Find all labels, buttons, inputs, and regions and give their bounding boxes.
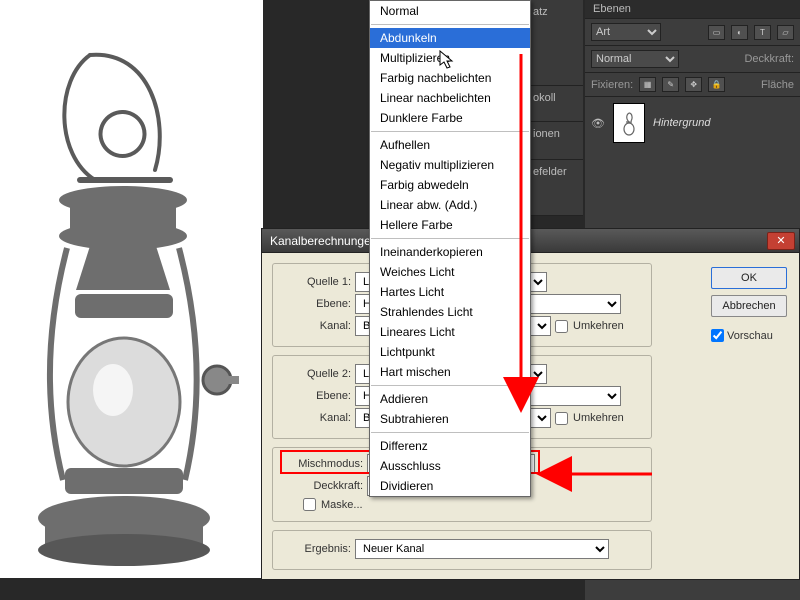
menu-item[interactable]: Dunklere Farbe: [370, 108, 530, 128]
layer-name: Hintergrund: [653, 117, 710, 129]
result-label: Ergebnis:: [283, 543, 351, 555]
menu-item[interactable]: Differenz: [370, 436, 530, 456]
canvas-area: [0, 0, 263, 600]
lock-brush-icon[interactable]: ✎: [662, 77, 679, 92]
menu-item[interactable]: Negativ multiplizieren: [370, 155, 530, 175]
filter-icon[interactable]: ◐: [731, 25, 748, 40]
menu-separator: [371, 238, 529, 239]
menu-item[interactable]: Dividieren: [370, 476, 530, 496]
menu-item[interactable]: Lichtpunkt: [370, 342, 530, 362]
menu-item[interactable]: Normal: [370, 1, 530, 21]
source1-label: Quelle 1:: [283, 276, 351, 288]
mix-mode-label: Mischmodus:: [283, 458, 363, 470]
menu-item[interactable]: Linear nachbelichten: [370, 88, 530, 108]
menu-separator: [371, 432, 529, 433]
result-group: Ergebnis: Neuer Kanal: [272, 530, 652, 570]
close-icon[interactable]: ✕: [767, 232, 795, 250]
filter-icon[interactable]: ▭: [708, 25, 725, 40]
menu-item[interactable]: Farbig abwedeln: [370, 175, 530, 195]
source2-invert-checkbox[interactable]: Umkehren: [555, 412, 624, 425]
source1-channel-label: Kanal:: [283, 320, 351, 332]
menu-separator: [371, 385, 529, 386]
mid-tab[interactable]: efelder: [528, 160, 583, 216]
menu-item[interactable]: Ausschluss: [370, 456, 530, 476]
source1-invert-checkbox[interactable]: Umkehren: [555, 320, 624, 333]
lantern-image: [0, 50, 255, 578]
mix-opacity-label: Deckkraft:: [283, 480, 363, 492]
opacity-label: Deckkraft:: [744, 53, 794, 65]
menu-item[interactable]: Multiplizieren: [370, 48, 530, 68]
filter-icon[interactable]: ▱: [777, 25, 794, 40]
menu-item[interactable]: Abdunkeln: [370, 28, 530, 48]
cancel-button[interactable]: Abbrechen: [711, 295, 787, 317]
dialog-title: Kanalberechnungen: [270, 234, 377, 248]
fill-label: Fläche: [761, 79, 794, 91]
menu-separator: [371, 24, 529, 25]
menu-item[interactable]: Subtrahieren: [370, 409, 530, 429]
menu-item[interactable]: Weiches Licht: [370, 262, 530, 282]
mid-tab[interactable]: okoll: [528, 86, 583, 122]
menu-item[interactable]: Hellere Farbe: [370, 215, 530, 235]
menu-item[interactable]: Hart mischen: [370, 362, 530, 382]
menu-item[interactable]: Farbig nachbelichten: [370, 68, 530, 88]
layer-thumbnail: [613, 103, 645, 143]
source2-label: Quelle 2:: [283, 368, 351, 380]
layers-tab[interactable]: Ebenen: [585, 0, 800, 18]
menu-item[interactable]: Hartes Licht: [370, 282, 530, 302]
source2-layer-label: Ebene:: [283, 390, 351, 402]
lock-label: Fixieren:: [591, 79, 633, 91]
menu-item[interactable]: Ineinanderkopieren: [370, 242, 530, 262]
blend-mode-select[interactable]: Normal: [591, 50, 679, 68]
menu-item[interactable]: Strahlendes Licht: [370, 302, 530, 322]
visibility-icon[interactable]: 👁: [591, 117, 605, 130]
menu-item[interactable]: Addieren: [370, 389, 530, 409]
mask-checkbox[interactable]: Maske...: [303, 498, 363, 511]
menu-separator: [371, 131, 529, 132]
preview-checkbox[interactable]: Vorschau: [711, 329, 787, 342]
lock-pixels-icon[interactable]: ▦: [639, 77, 656, 92]
filter-icon[interactable]: T: [754, 25, 771, 40]
mid-tab[interactable]: atz: [528, 0, 583, 86]
ok-button[interactable]: OK: [711, 267, 787, 289]
document-canvas[interactable]: [0, 0, 263, 578]
layer-row[interactable]: 👁 Hintergrund: [585, 96, 800, 149]
result-select[interactable]: Neuer Kanal: [355, 539, 609, 559]
blend-mode-menu[interactable]: Normal AbdunkelnMultiplizierenFarbig nach…: [369, 0, 531, 497]
menu-item[interactable]: Aufhellen: [370, 135, 530, 155]
menu-item[interactable]: Lineares Licht: [370, 322, 530, 342]
menu-item[interactable]: Linear abw. (Add.): [370, 195, 530, 215]
source2-channel-label: Kanal:: [283, 412, 351, 424]
lock-move-icon[interactable]: ✥: [685, 77, 702, 92]
source1-layer-label: Ebene:: [283, 298, 351, 310]
layer-kind-select[interactable]: Art: [591, 23, 661, 41]
mid-tab[interactable]: ionen: [528, 122, 583, 160]
lock-all-icon[interactable]: 🔒: [708, 77, 725, 92]
